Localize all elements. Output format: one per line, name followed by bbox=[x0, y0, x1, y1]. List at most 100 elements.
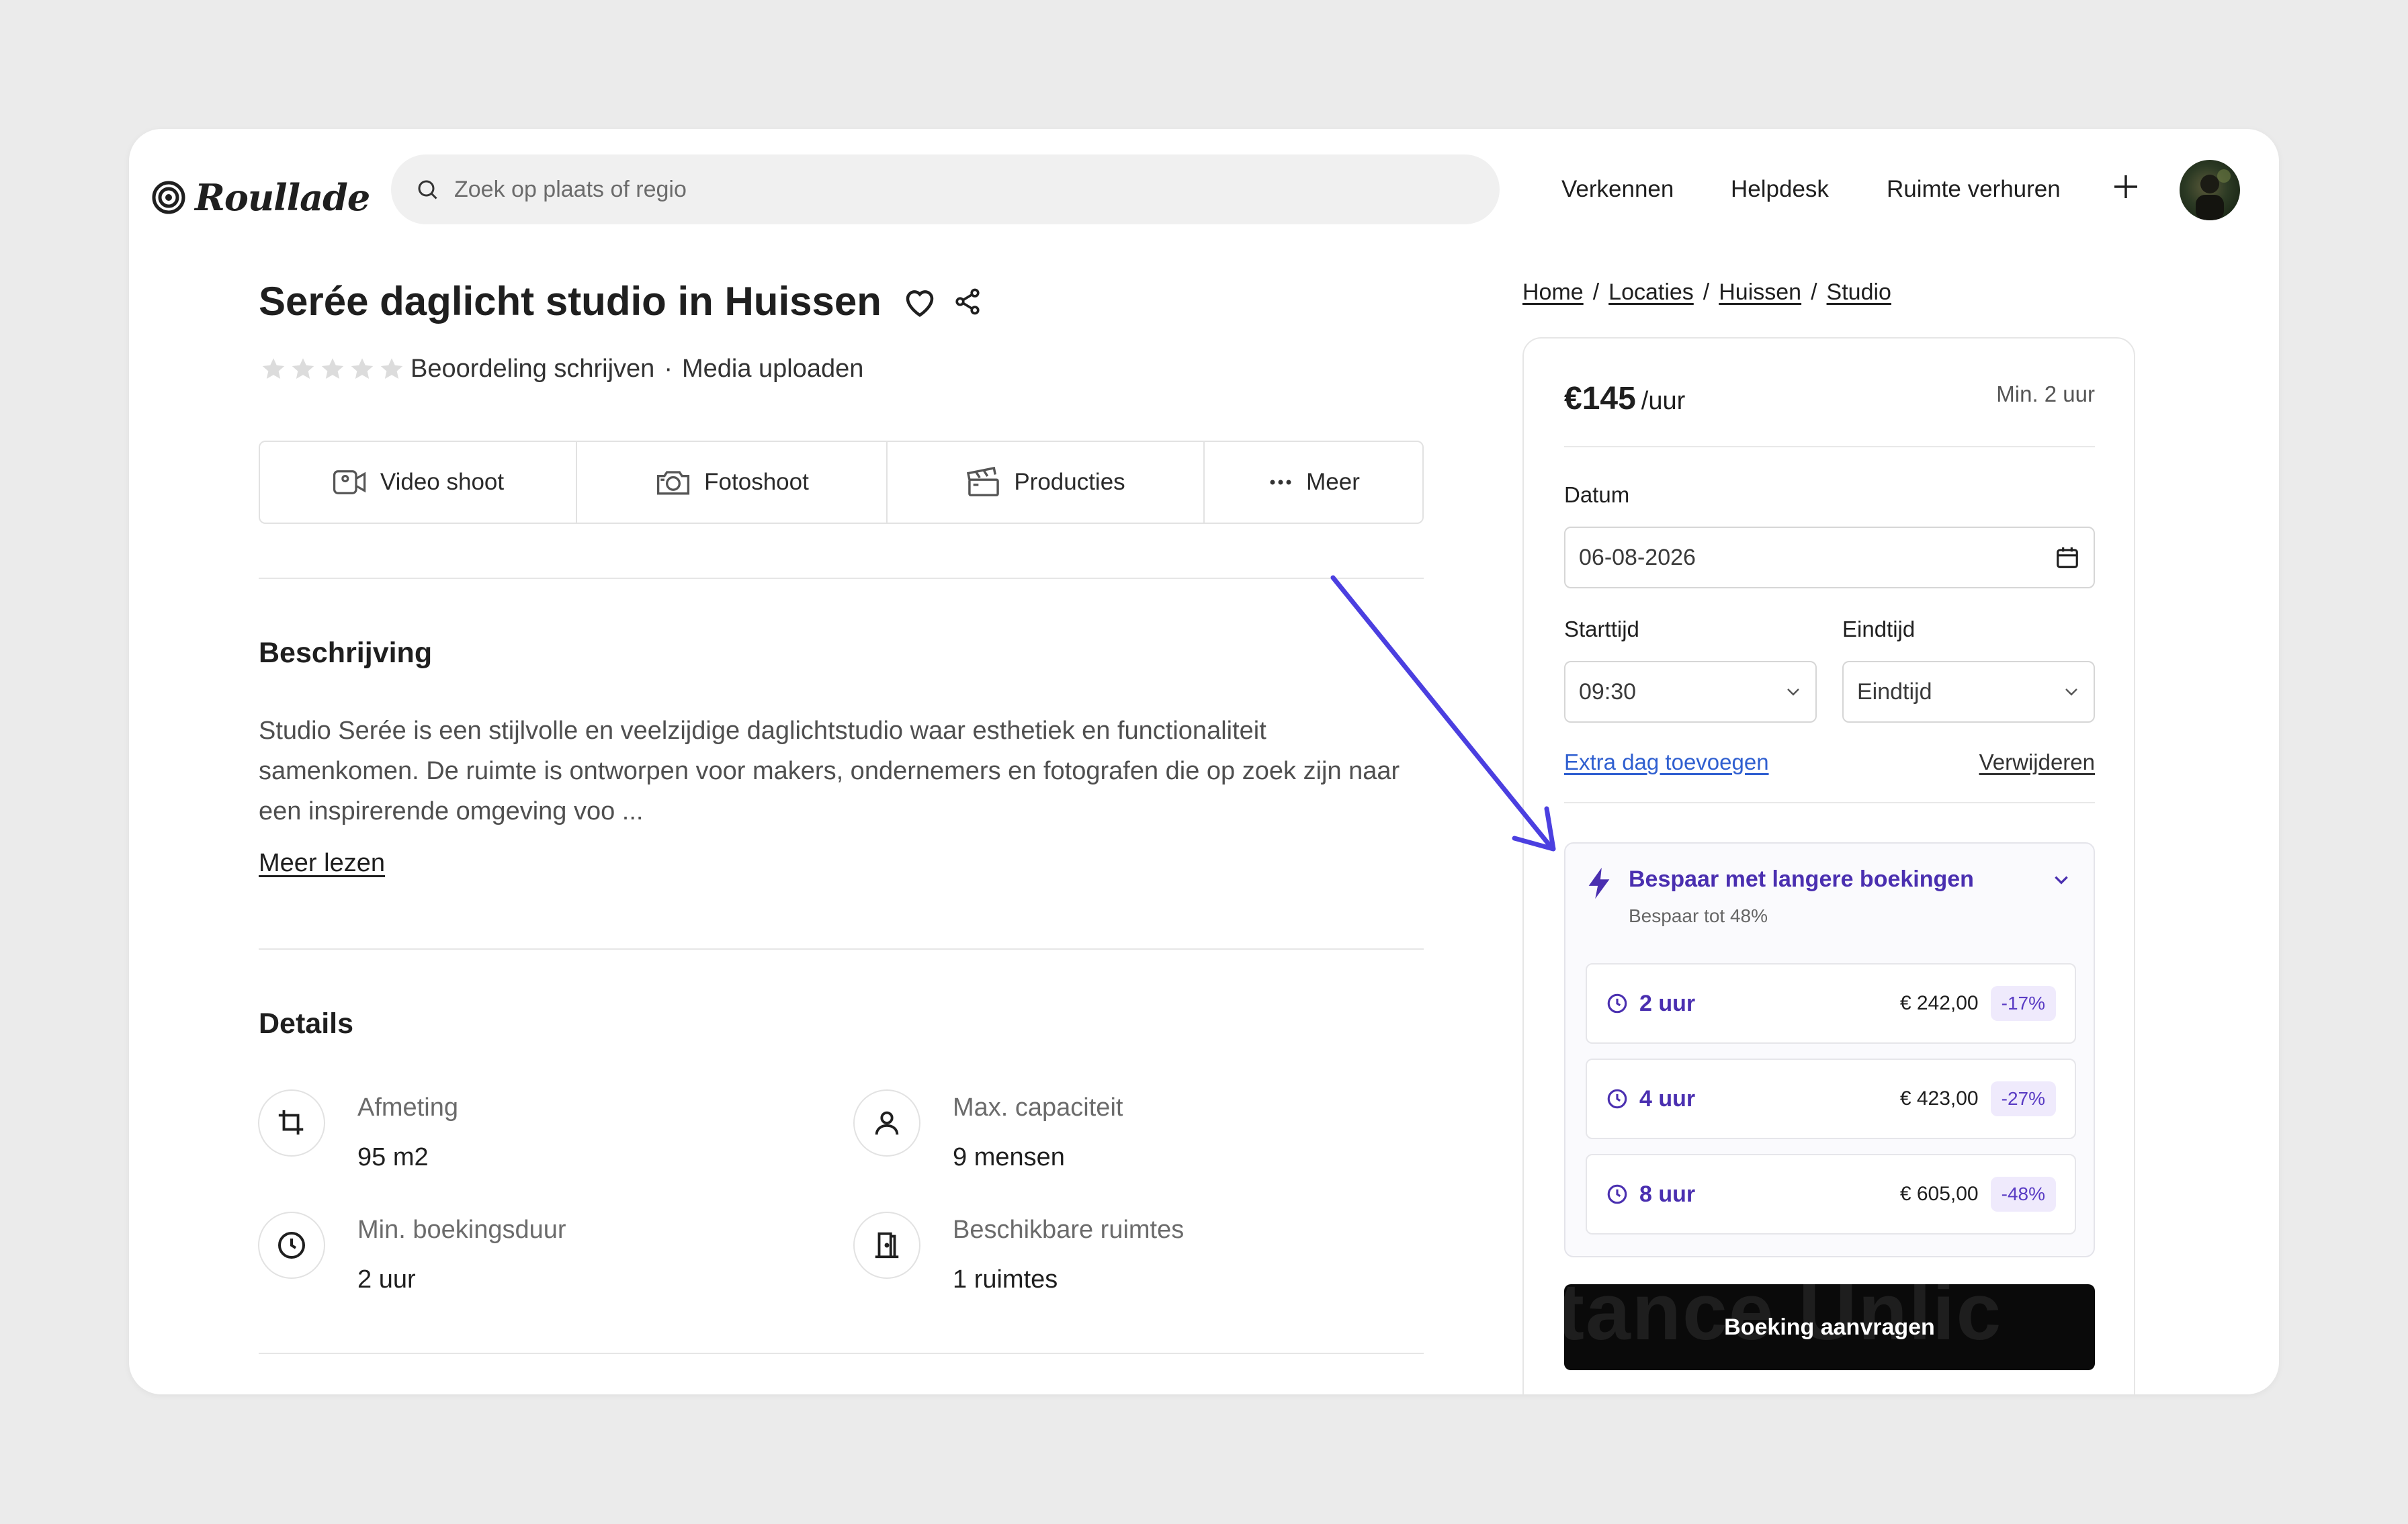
tab-video-shoot[interactable]: Video shoot bbox=[260, 442, 577, 523]
divider bbox=[259, 578, 1424, 579]
star-icon bbox=[380, 358, 403, 379]
write-review-link[interactable]: Beoordeling schrijven bbox=[411, 355, 654, 384]
details-heading: Details bbox=[259, 1007, 354, 1040]
rating-stars[interactable] bbox=[259, 356, 406, 383]
tab-producties[interactable]: Producties bbox=[888, 442, 1205, 523]
lightning-icon bbox=[1588, 867, 1610, 899]
video-camera-icon bbox=[333, 470, 366, 494]
detail-label: Max. capaciteit bbox=[953, 1093, 1123, 1122]
option-price: € 423,00 bbox=[1899, 1087, 1979, 1110]
booking-card: €145 /uur Min. 2 uur Datum 06-08-2026 St… bbox=[1522, 337, 2135, 1394]
end-time-label: Eindtijd bbox=[1842, 617, 1916, 641]
add-button[interactable] bbox=[2106, 167, 2146, 207]
app-window: Roullade Zoek op plaats of regio Verkenn… bbox=[129, 129, 2279, 1394]
add-extra-day-link[interactable]: Extra dag toevoegen bbox=[1564, 750, 1769, 775]
tab-meer[interactable]: Meer bbox=[1205, 442, 1422, 523]
option-price: € 242,00 bbox=[1899, 992, 1979, 1014]
clock-icon bbox=[1607, 1089, 1627, 1109]
chevron-down-icon[interactable] bbox=[2052, 873, 2071, 887]
detail-value: 1 ruimtes bbox=[953, 1265, 1058, 1294]
tab-fotoshoot[interactable]: Fotoshoot bbox=[577, 442, 888, 523]
description-heading: Beschrijving bbox=[259, 637, 433, 669]
discount-badge: -48% bbox=[1990, 1177, 2056, 1212]
person-icon bbox=[875, 1111, 899, 1135]
end-time-select[interactable]: Eindtijd bbox=[1842, 661, 2095, 723]
breadcrumb-studio[interactable]: Studio bbox=[1827, 279, 1891, 306]
request-booking-button[interactable]: tance Unlic Boeking aanvragen bbox=[1564, 1284, 2095, 1370]
avatar[interactable] bbox=[2180, 160, 2240, 220]
breadcrumb-locaties[interactable]: Locaties bbox=[1608, 279, 1694, 306]
discount-option-2h[interactable]: 2 uur € 242,00 -17% bbox=[1586, 963, 2076, 1044]
detail-label: Beschikbare ruimtes bbox=[953, 1216, 1185, 1244]
logo-mark-icon bbox=[152, 181, 185, 214]
detail-icon-wrap bbox=[258, 1212, 325, 1279]
calendar-icon[interactable] bbox=[2055, 545, 2080, 570]
nav-ruimte-verhuren[interactable]: Ruimte verhuren bbox=[1887, 169, 2061, 210]
start-time-label: Starttijd bbox=[1564, 617, 1639, 641]
detail-value: 9 mensen bbox=[953, 1143, 1065, 1171]
price: €145 /uur bbox=[1564, 380, 1685, 417]
detail-label: Afmeting bbox=[357, 1093, 458, 1122]
star-icon bbox=[321, 358, 344, 379]
search-input[interactable]: Zoek op plaats of regio bbox=[391, 154, 1500, 224]
detail-icon-wrap bbox=[258, 1089, 325, 1157]
start-time-value: 09:30 bbox=[1579, 678, 1637, 705]
breadcrumb-huissen[interactable]: Huissen bbox=[1719, 279, 1801, 306]
option-duration: 4 uur bbox=[1639, 1085, 1696, 1112]
plus-icon bbox=[2114, 175, 2137, 198]
tab-label: Meer bbox=[1306, 469, 1360, 495]
discount-badge: -17% bbox=[1990, 986, 2056, 1021]
divider bbox=[259, 1353, 1424, 1354]
divider bbox=[259, 948, 1424, 950]
detail-label: Min. boekingsduur bbox=[357, 1216, 566, 1244]
avatar-photo bbox=[2196, 169, 2231, 220]
search-icon bbox=[418, 180, 437, 199]
button-label: Boeking aanvragen bbox=[1724, 1314, 1935, 1340]
nav-helpdesk[interactable]: Helpdesk bbox=[1731, 169, 1829, 210]
option-duration: 2 uur bbox=[1639, 990, 1696, 1016]
logo[interactable]: Roullade bbox=[152, 169, 370, 226]
clock-icon bbox=[278, 1232, 305, 1259]
rating-actions: Beoordeling schrijven · Media uploaden bbox=[411, 355, 863, 384]
tab-label: Fotoshoot bbox=[704, 469, 809, 495]
logo-text: Roullade bbox=[195, 176, 370, 219]
divider bbox=[1564, 802, 2095, 803]
divider bbox=[1564, 446, 2095, 447]
clock-icon bbox=[1607, 1184, 1627, 1204]
chevron-down-icon bbox=[2065, 688, 2077, 696]
star-icon bbox=[292, 358, 314, 379]
camera-icon bbox=[657, 471, 690, 495]
nav-verkennen[interactable]: Verkennen bbox=[1561, 169, 1674, 210]
share-icon[interactable] bbox=[953, 285, 982, 318]
heart-icon[interactable] bbox=[902, 285, 938, 318]
detail-icon-wrap bbox=[853, 1212, 920, 1279]
rating-separator: · bbox=[664, 355, 673, 383]
discount-badge: -27% bbox=[1990, 1081, 2056, 1116]
remove-link[interactable]: Verwijderen bbox=[1979, 750, 2095, 775]
star-icon bbox=[351, 358, 374, 379]
date-value: 06-08-2026 bbox=[1579, 544, 1696, 570]
search-placeholder: Zoek op plaats of regio bbox=[454, 176, 687, 202]
detail-value: 95 m2 bbox=[357, 1143, 429, 1171]
minimum-duration: Min. 2 uur bbox=[1996, 382, 2095, 406]
date-field[interactable]: 06-08-2026 bbox=[1564, 527, 2095, 588]
date-label: Datum bbox=[1564, 482, 1630, 507]
discount-option-4h[interactable]: 4 uur € 423,00 -27% bbox=[1586, 1059, 2076, 1139]
breadcrumb-home[interactable]: Home bbox=[1522, 279, 1584, 306]
star-icon bbox=[262, 358, 285, 379]
page-title: Serée daglicht studio in Huissen bbox=[259, 278, 982, 324]
more-dots-icon bbox=[1270, 480, 1291, 485]
tab-label: Video shoot bbox=[380, 469, 505, 495]
upload-media-link[interactable]: Media uploaden bbox=[682, 355, 863, 384]
crop-icon bbox=[278, 1110, 304, 1135]
price-unit: /uur bbox=[1641, 387, 1686, 415]
read-more-link[interactable]: Meer lezen bbox=[259, 849, 385, 878]
breadcrumb: Home / Locaties / Huissen / Studio bbox=[1522, 279, 1891, 306]
start-time-select[interactable]: 09:30 bbox=[1564, 661, 1817, 723]
clock-icon bbox=[1607, 993, 1627, 1014]
discount-title[interactable]: Bespaar met langere boekingen bbox=[1629, 866, 1974, 893]
category-tabs: Video shoot Fotoshoot Producties Meer bbox=[259, 441, 1424, 524]
discount-option-8h[interactable]: 8 uur € 605,00 -48% bbox=[1586, 1154, 2076, 1235]
price-amount: €145 bbox=[1564, 381, 1636, 416]
option-price: € 605,00 bbox=[1899, 1183, 1979, 1205]
